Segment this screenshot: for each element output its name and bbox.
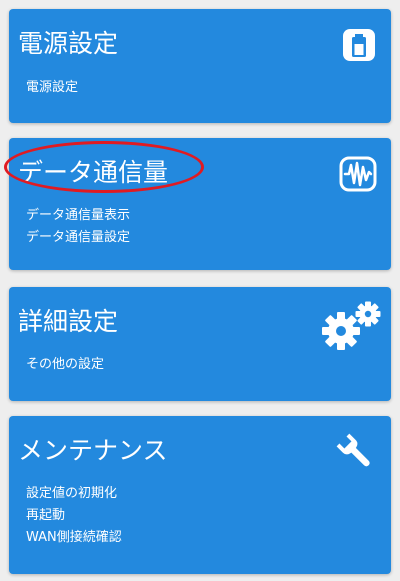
- link-wan-connection-check[interactable]: WAN側接続確認: [26, 527, 122, 549]
- card-title-maintenance: メンテナンス: [18, 436, 168, 465]
- waveform-icon: [339, 156, 377, 196]
- card-data-usage[interactable]: データ通信量 データ通信量表示 データ通信量設定: [9, 138, 391, 270]
- link-data-usage-settings[interactable]: データ通信量設定: [26, 227, 130, 249]
- link-power-settings[interactable]: 電源設定: [26, 77, 78, 99]
- link-data-usage-display[interactable]: データ通信量表示: [26, 205, 130, 227]
- wrench-icon: [335, 432, 375, 476]
- link-reboot[interactable]: 再起動: [26, 505, 122, 527]
- link-other-settings[interactable]: その他の設定: [26, 354, 104, 376]
- card-maintenance[interactable]: メンテナンス 設定値の初期化 再起動 WAN側接続確認: [9, 416, 391, 574]
- card-title-data-usage: データ通信量: [18, 158, 169, 187]
- card-links-power-settings: 電源設定: [26, 77, 78, 99]
- battery-icon: [341, 27, 377, 67]
- link-reset-settings[interactable]: 設定値の初期化: [26, 483, 122, 505]
- gears-icon: [319, 301, 383, 355]
- card-links-data-usage: データ通信量表示 データ通信量設定: [26, 205, 130, 249]
- card-title-power-settings: 電源設定: [18, 29, 119, 58]
- card-title-advanced-settings: 詳細設定: [18, 307, 119, 336]
- card-links-advanced-settings: その他の設定: [26, 354, 104, 376]
- card-advanced-settings[interactable]: 詳細設定 その他の設定: [9, 287, 391, 401]
- card-power-settings[interactable]: 電源設定 電源設定: [9, 9, 391, 123]
- card-links-maintenance: 設定値の初期化 再起動 WAN側接続確認: [26, 483, 122, 549]
